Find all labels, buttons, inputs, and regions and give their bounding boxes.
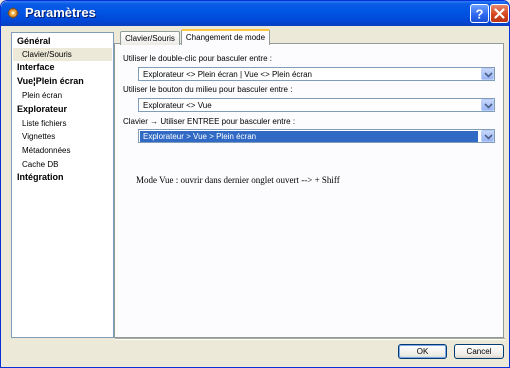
title-bar[interactable]: Paramètres ?: [1, 1, 509, 26]
sidebar-item-explorateur[interactable]: Explorateur: [13, 103, 112, 116]
sidebar-item-metadonnees[interactable]: Métadonnées: [13, 144, 112, 157]
sidebar-item-general[interactable]: Général: [13, 35, 112, 48]
svg-text:?: ?: [476, 7, 484, 22]
sidebar-item-interface[interactable]: Interface: [13, 61, 112, 74]
tab-changement-de-mode[interactable]: Changement de mode: [181, 29, 270, 45]
enter-key-select[interactable]: Explorateur > Vue > Plein écran: [138, 129, 495, 143]
sidebar-item-liste-fichiers[interactable]: Liste fichiers: [13, 117, 112, 130]
middle-button-value: Explorateur <> Vue: [143, 101, 212, 110]
tab-clavier-souris[interactable]: Clavier/Souris: [120, 31, 180, 45]
enter-key-label: Clavier → Utiliser ENTREE pour basculer …: [123, 117, 296, 126]
double-click-select[interactable]: Explorateur <> Plein écran | Vue <> Plei…: [138, 67, 495, 81]
mode-vue-note: Mode Vue : ouvrir dans dernier onglet ou…: [136, 175, 340, 185]
cancel-button[interactable]: Cancel: [454, 344, 504, 359]
sidebar-item-integration[interactable]: Intégration: [13, 171, 112, 184]
sidebar-item-vignettes[interactable]: Vignettes: [13, 130, 112, 143]
window-title: Paramètres: [25, 5, 96, 20]
chevron-down-icon[interactable]: [481, 68, 494, 80]
ok-button[interactable]: OK: [398, 344, 447, 359]
double-click-value: Explorateur <> Plein écran | Vue <> Plei…: [143, 70, 312, 79]
middle-button-label: Utiliser le bouton du milieu pour bascul…: [123, 85, 293, 94]
help-button[interactable]: ?: [470, 4, 489, 23]
middle-button-select[interactable]: Explorateur <> Vue: [138, 98, 495, 112]
sidebar-item-clavier-souris[interactable]: Clavier/Souris: [13, 48, 112, 61]
settings-window: Paramètres ? Général Clavier/Souris Inte…: [0, 0, 510, 368]
dialog-body: Général Clavier/Souris Interface Vue¦Ple…: [5, 26, 507, 365]
double-click-label: Utiliser le double-clic pour basculer en…: [123, 54, 272, 63]
sidebar-item-vue-plein-ecran[interactable]: Vue¦Plein écran: [13, 75, 112, 88]
chevron-down-icon[interactable]: [481, 99, 494, 111]
close-button[interactable]: [490, 4, 509, 23]
enter-key-value: Explorateur > Vue > Plein écran: [140, 131, 478, 142]
chevron-down-icon[interactable]: [481, 130, 494, 142]
gear-icon: [7, 7, 19, 19]
footer-divider: [115, 338, 505, 340]
sidebar-item-plein-ecran[interactable]: Plein écran: [13, 89, 112, 102]
settings-category-tree[interactable]: Général Clavier/Souris Interface Vue¦Ple…: [11, 32, 114, 338]
sidebar-item-cache-db[interactable]: Cache DB: [13, 158, 112, 171]
